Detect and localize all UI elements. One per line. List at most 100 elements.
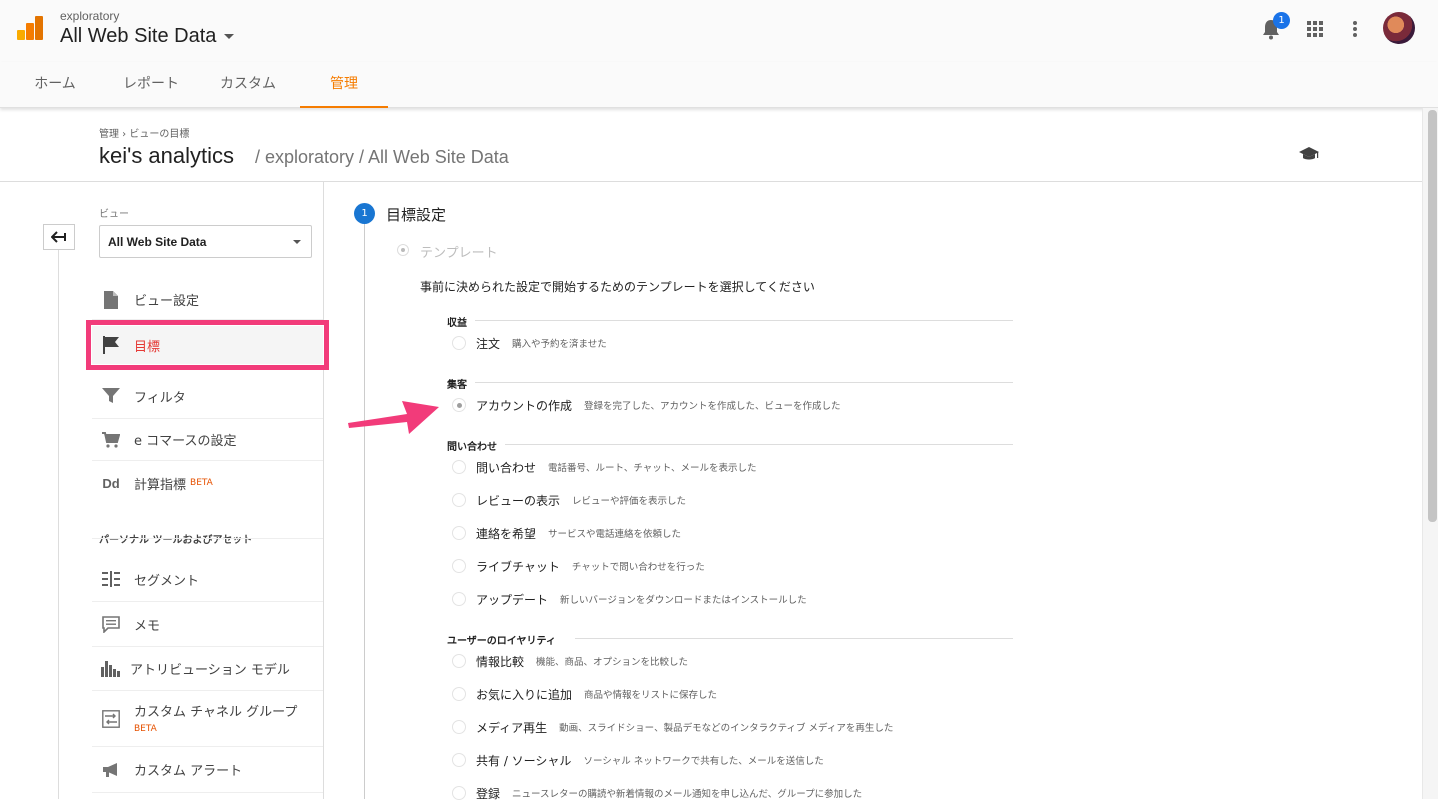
radio-button[interactable] [452,654,466,668]
view-select-value[interactable]: All Web Site Data [108,235,206,249]
template-radio[interactable] [397,244,409,256]
view-name[interactable]: All Web Site Data [60,25,216,48]
sidebar-item-label: ビュー設定 [134,294,200,309]
sidebar-item-ecommerce[interactable]: e コマースの設定 [92,419,323,461]
group-divider [475,320,1013,321]
caret-down-icon[interactable] [224,34,235,39]
radio-button[interactable] [452,687,466,701]
sidebar-item-label: 目標 [134,339,161,355]
dd-icon: Dd [102,475,120,491]
option-name[interactable]: レビューの表示 [476,492,560,509]
view-label: ビュー [99,209,129,220]
radio-button-selected[interactable] [452,398,466,412]
sidebar-item-annotations[interactable]: メモ [92,602,323,647]
sidebar-item-label: アトリビューション モデル [130,663,290,678]
sidebar-item-label: カスタム チャネル グループ [134,705,298,720]
tab-reports[interactable]: レポート [110,62,192,108]
step-title: 目標設定 [386,206,447,224]
analytics-logo-icon[interactable] [16,14,44,42]
sidebar-item-segments[interactable]: セグメント [92,557,323,602]
goal-option-create-account[interactable]: アカウントの作成 登録を完了した、アカウントを作成した、ビューを作成した [452,396,841,414]
radio-button[interactable] [452,592,466,606]
radio-button[interactable] [452,786,466,800]
sidebar-item-calculated-metrics[interactable]: Dd 計算指標 BETA [92,461,323,505]
option-name[interactable]: アカウントの作成 [476,397,572,414]
option-name[interactable]: 連絡を希望 [476,525,536,542]
group-title-revenue: 収益 [447,318,467,329]
sidebar-item-view-settings[interactable]: ビュー設定 [92,280,323,320]
option-name[interactable]: ライブチャット [476,558,560,575]
goal-option-contact[interactable]: 問い合わせ 電話番号、ルート、チャット、メールを表示した [452,458,757,476]
option-description: 電話番号、ルート、チャット、メールを表示した [548,463,757,474]
goal-option-callback-request[interactable]: 連絡を希望 サービスや電話連絡を依頼した [452,524,681,542]
apps-grid-icon[interactable] [1307,21,1323,37]
group-divider [505,444,1013,445]
graduation-cap-icon[interactable] [1298,146,1320,162]
bar-chart-icon [100,659,122,679]
option-description: レビューや評価を表示した [572,496,687,507]
sidebar-item-label: セグメント [134,573,200,589]
radio-button[interactable] [452,493,466,507]
radio-button[interactable] [452,460,466,474]
back-button[interactable] [43,224,75,250]
option-name[interactable]: 情報比較 [476,653,524,670]
annotation-arrow-icon [348,401,439,434]
view-select[interactable]: All Web Site Data [99,225,312,258]
option-name[interactable]: 注文 [476,335,500,352]
option-description: 新しいバージョンをダウンロードまたはインストールした [560,595,807,606]
sidebar-item-custom-alerts[interactable]: カスタム アラート [92,747,323,793]
notification-badge[interactable]: 1 [1273,12,1290,29]
goal-option-sign-up[interactable]: 登録 ニュースレターの購読や新着情報のメール通知を申し込んだ、グループに参加した [452,784,862,802]
radio-button[interactable] [452,753,466,767]
goal-option-read-reviews[interactable]: レビューの表示 レビューや評価を表示した [452,491,686,509]
option-description: 登録を完了した、アカウントを作成した、ビューを作成した [584,401,841,412]
radio-button[interactable] [452,559,466,573]
goal-option-live-chat[interactable]: ライブチャット チャットで問い合わせを行った [452,557,705,575]
step-number-badge: 1 [354,203,375,224]
caret-down-icon[interactable] [293,240,301,244]
more-vert-icon[interactable] [1350,20,1360,38]
option-description: 購入や予約を済ませた [512,339,607,350]
sidebar-item-filters[interactable]: フィルタ [92,374,323,419]
breadcrumb[interactable]: 管理 › ビューの目標 [99,125,189,140]
option-description: ソーシャル ネットワークで共有した、メールを送信した [583,756,824,767]
option-name[interactable]: アップデート [476,591,548,608]
option-name[interactable]: メディア再生 [476,719,547,736]
group-title-acquisition: 集客 [447,380,467,391]
account-name: exploratory [60,9,120,23]
page-title: kei's analytics [99,143,235,168]
beta-badge: BETA [134,724,157,734]
goal-option-compare[interactable]: 情報比較 機能、商品、オプションを比較した [452,652,688,670]
option-name[interactable]: 共有 / ソーシャル [476,752,571,769]
goal-option-share-social[interactable]: 共有 / ソーシャル ソーシャル ネットワークで共有した、メールを送信した [452,751,824,769]
beta-badge: BETA [190,478,213,488]
sidebar-item-goals[interactable]: 目標 [92,326,323,364]
megaphone-icon [100,760,122,780]
flag-icon [100,335,122,355]
goal-option-order[interactable]: 注文 購入や予約を済ませた [452,334,607,352]
goal-option-add-to-favorites[interactable]: お気に入りに追加 商品や情報をリストに保存した [452,685,717,703]
cart-icon [100,430,122,450]
avatar[interactable] [1383,12,1415,44]
template-label[interactable]: テンプレート [420,242,498,261]
radio-button[interactable] [452,526,466,540]
scrollbar-thumb[interactable] [1428,110,1437,522]
view-switcher[interactable]: All Web Site Data [60,25,235,48]
option-description: 動画、スライドショー、製品デモなどのインタラクティブ メディアを再生した [559,723,894,734]
option-name[interactable]: お気に入りに追加 [476,686,572,703]
option-name[interactable]: 問い合わせ [476,459,536,476]
sidebar-item-custom-channel-groups[interactable]: カスタム チャネル グループ BETA [92,691,323,747]
radio-button[interactable] [452,720,466,734]
sidebar-item-attribution-models[interactable]: アトリビューション モデル [92,647,323,691]
sidebar-item-label: カスタム アラート [134,764,243,779]
tab-custom[interactable]: カスタム [206,62,290,108]
goal-option-media-play[interactable]: メディア再生 動画、スライドショー、製品デモなどのインタラクティブ メディアを再… [452,718,893,736]
goal-option-update[interactable]: アップデート 新しいバージョンをダウンロードまたはインストールした [452,590,807,608]
section-divider [92,538,323,539]
option-description: チャットで問い合わせを行った [571,562,705,573]
radio-button[interactable] [452,336,466,350]
group-title-loyalty: ユーザーのロイヤリティ [447,636,556,647]
tab-home[interactable]: ホーム [20,62,90,108]
sidebar-divider [323,182,324,799]
tab-admin[interactable]: 管理 [300,62,388,108]
